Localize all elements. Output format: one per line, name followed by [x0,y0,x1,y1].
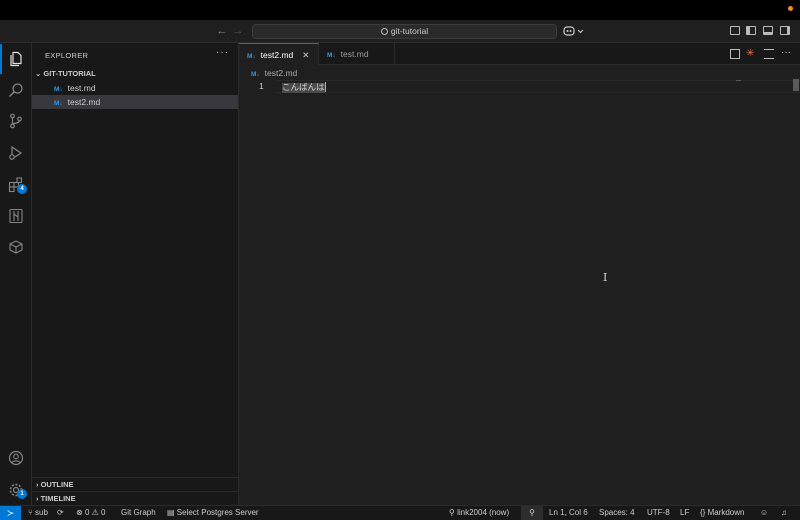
files-icon[interactable] [0,44,32,74]
run-debug-icon[interactable] [0,138,32,168]
warning-icon: ⚠ [91,508,102,517]
database-icon: ▤ [167,508,177,517]
branch-indicator[interactable]: ⑂ sub [28,506,48,520]
git-graph-icon[interactable] [0,201,32,231]
toggle-panel-icon[interactable] [763,26,773,35]
text-cursor [324,82,326,92]
editor-actions: ✳ ··· [720,43,800,65]
outline-section[interactable]: › OUTLINE [32,477,238,491]
sparkle-icon[interactable]: ✳ [746,49,756,59]
git-blame-indicator[interactable]: ⚲ link2004 (now) [449,506,509,520]
account-icon[interactable] [0,443,32,473]
more-actions-icon[interactable]: ··· [781,48,791,59]
editor-area: M↓ test2.md ✕ M↓ test.md ✳ ··· M↓ test2.md 1… [239,43,800,505]
indentation[interactable]: Spaces: 4 [599,506,635,520]
code-line[interactable]: こんばんは [282,81,326,93]
braces-icon: {} [700,508,708,517]
file-label: test.md [67,83,96,93]
branch-name: sub [35,508,48,517]
customize-layout-icon[interactable] [730,26,740,35]
tab-bar: M↓ test2.md ✕ M↓ test.md ✳ ··· [239,43,800,65]
more-actions-icon[interactable]: ··· [216,47,229,58]
database-icon[interactable] [0,232,32,262]
file-label: test2.md [67,97,101,107]
markdown-icon: M↓ [54,100,63,107]
timeline-label: TIMELINE [40,494,76,503]
commit-info: link2004 (now) [457,508,510,517]
activity-bar: 4 1 [0,43,32,505]
bell-icon[interactable]: ♫ [781,506,787,520]
zoom-icon[interactable]: ⚲ [521,506,543,520]
tab-test-md[interactable]: M↓ test.md [319,43,395,65]
breadcrumb[interactable]: M↓ test2.md [251,68,297,78]
current-line-highlight [275,80,800,93]
command-center-search[interactable]: git-tutorial [252,24,557,39]
file-item-test-md[interactable]: M↓ test.md [32,81,238,95]
markdown-icon: M↓ [54,86,63,93]
timeline-section[interactable]: › TIMELINE [32,491,238,505]
cursor-position[interactable]: Ln 1, Col 6 [549,506,588,520]
markdown-icon: M↓ [247,53,256,60]
encoding[interactable]: UTF-8 [647,506,670,520]
markdown-icon: M↓ [327,52,336,59]
tab-test2-md[interactable]: M↓ test2.md ✕ [239,43,319,65]
search-icon[interactable] [0,75,32,105]
problems-indicator[interactable]: ⊗ 0 ⚠ 0 [76,506,105,520]
title-bar: ← → git-tutorial [0,20,800,43]
copilot-status-icon[interactable]: ☺ [760,506,768,520]
tab-label: test.md [340,49,369,59]
copilot-icon[interactable] [563,25,585,38]
extensions-badge: 4 [17,184,27,194]
language-mode[interactable]: {} Markdown [700,506,744,520]
notification-dot [788,6,793,11]
error-icon: ⊗ [76,508,85,517]
end-of-line[interactable]: LF [680,506,689,520]
workspace-name: git-tutorial [390,26,429,36]
commit-icon: ⚲ [449,508,458,517]
git-graph-button[interactable]: Git Graph [121,506,156,520]
arrow-right-icon[interactable]: → [231,24,245,38]
line-number: 1 [259,81,264,91]
open-preview-icon[interactable] [730,49,740,59]
markdown-icon: M↓ [251,71,260,78]
error-count: 0 [84,508,90,517]
folder-name: GIT-TUTORIAL [43,69,96,78]
scrollbar-slider[interactable] [793,79,799,91]
selected-text: こんばんは [282,83,325,93]
sidebar-title: EXPLORER [45,51,89,60]
outline-label: OUTLINE [40,480,74,489]
sync-icon[interactable]: ⟳ [57,506,64,520]
arrow-left-icon[interactable]: ← [215,24,229,38]
breadcrumb-file: test2.md [264,68,298,78]
file-item-test2-md[interactable]: M↓ test2.md [32,95,238,109]
split-editor-icon[interactable] [764,49,774,59]
tab-label: test2.md [260,50,294,60]
remote-icon[interactable]: ≻ [0,506,21,520]
warning-count: 0 [101,508,106,517]
search-icon [380,28,388,35]
source-control-icon[interactable] [0,106,32,136]
settings-badge: 1 [17,489,27,499]
git-branch-icon: ⑂ [28,508,36,517]
postgres-label: Select Postgres Server [176,508,259,517]
minimap[interactable] [736,80,741,81]
toggle-secondary-sidebar-icon[interactable] [780,26,790,35]
postgres-server-button[interactable]: ▤ Select Postgres Server [167,506,259,520]
language-label: Markdown [707,508,745,517]
mouse-ibeam-cursor: I [603,271,608,284]
explorer-sidebar: EXPLORER ··· ⌄ GIT-TUTORIAL M↓ test.md M↓… [32,43,239,505]
workspace-folder[interactable]: ⌄ GIT-TUTORIAL [35,69,96,78]
status-bar: ≻ ⑂ sub ⟳ ⊗ 0 ⚠ 0 Git Graph ▤ Select Pos… [0,505,800,520]
toggle-primary-sidebar-icon[interactable] [746,26,756,35]
close-icon[interactable]: ✕ [302,50,309,60]
extensions-icon[interactable] [0,170,32,200]
gear-icon[interactable] [0,475,32,505]
window-top-strip [0,0,800,20]
